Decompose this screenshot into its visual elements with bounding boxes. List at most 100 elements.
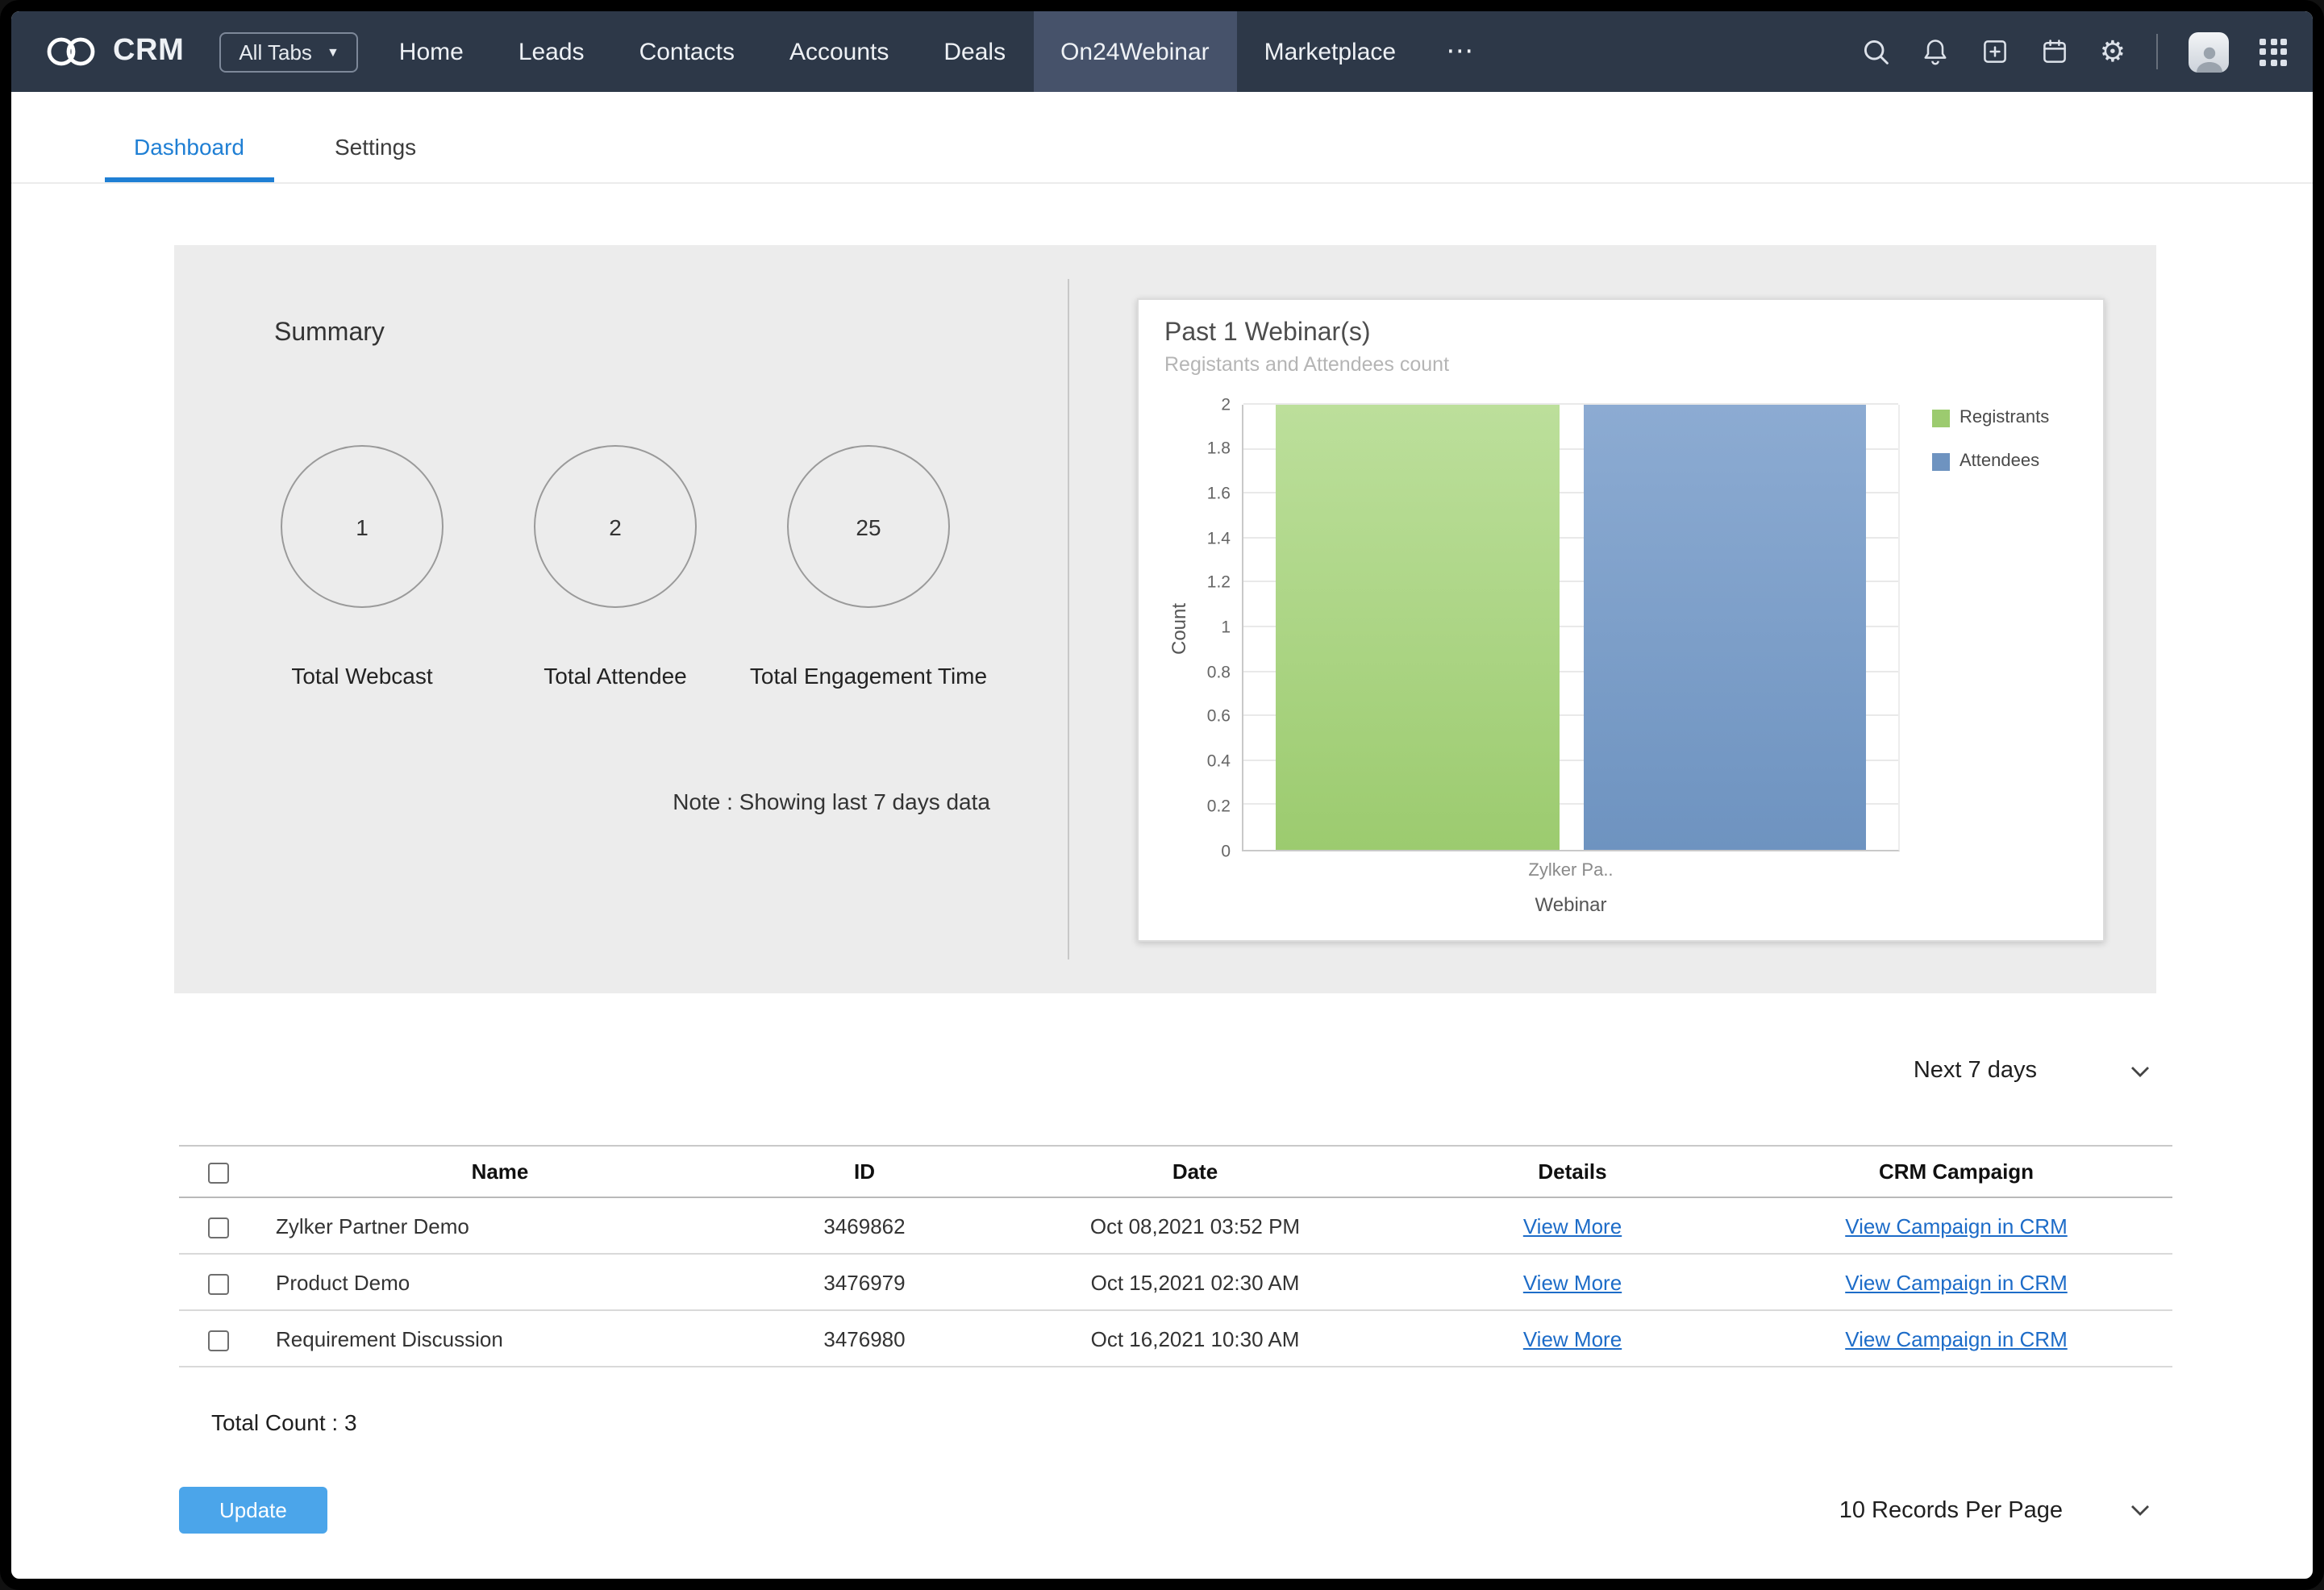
stat-label: Total Engagement Time <box>749 663 988 689</box>
y-tick-label: 0.4 <box>1206 751 1231 772</box>
nav-item-deals[interactable]: Deals <box>916 11 1033 92</box>
chart-body: Count 0 0.2 0.4 0.6 0.8 1 1.2 1.4 1.6 1.8 2 Regist… <box>1164 396 2077 859</box>
nav-item-accounts[interactable]: Accounts <box>762 11 916 92</box>
view-more-link[interactable]: View More <box>1523 1270 1622 1294</box>
crm-logo-icon[interactable] <box>44 35 98 68</box>
header-name: Name <box>256 1144 743 1199</box>
nav-item-leads[interactable]: Leads <box>491 11 612 92</box>
view-campaign-link[interactable]: View Campaign in CRM <box>1845 1270 2068 1294</box>
y-tick-label: 1.8 <box>1206 439 1231 459</box>
nav-item-contacts[interactable]: Contacts <box>612 11 762 92</box>
legend-item: Attendees <box>1932 452 2077 471</box>
chart-y-ticks: 0 0.2 0.4 0.6 0.8 1 1.2 1.4 1.6 1.8 2 <box>1193 396 1242 859</box>
compose-icon[interactable] <box>1980 37 2010 66</box>
primary-nav: Home Leads Contacts Accounts Deals On24W… <box>372 11 1497 92</box>
row-checkbox[interactable] <box>207 1273 228 1295</box>
cell-name: Product Demo <box>256 1254 743 1312</box>
legend-item: Registrants <box>1932 408 2077 427</box>
y-tick-label: 1.6 <box>1206 484 1231 504</box>
table-row: Product Demo 3476979 Oct 15,2021 02:30 A… <box>179 1254 2172 1312</box>
table-row: Zylker Partner Demo 3469862 Oct 08,2021 … <box>179 1197 2172 1255</box>
top-navbar: CRM All Tabs ▼ Home Leads Contacts Accou… <box>11 11 2313 92</box>
stat-circle: 1 <box>281 445 444 608</box>
summary-stats: 1 Total Webcast 2 Total Attendee 25 Tota… <box>235 445 1068 689</box>
date-range-dropdown[interactable]: Next 7 days <box>1914 1058 2150 1084</box>
header-date: Date <box>985 1144 1405 1199</box>
row-checkbox[interactable] <box>207 1330 228 1351</box>
summary-column: Summary 1 Total Webcast 2 Total Attendee… <box>174 245 1068 993</box>
cell-date: Oct 15,2021 02:30 AM <box>985 1254 1405 1312</box>
stat-value: 25 <box>856 514 881 539</box>
stat-circle: 25 <box>787 445 950 608</box>
chart-x-axis-title: Webinar <box>1535 893 1607 916</box>
chevron-down-icon: ▼ <box>326 45 339 60</box>
summary-note: Note : Showing last 7 days data <box>673 789 990 814</box>
y-tick-label: 0.6 <box>1206 707 1231 727</box>
cell-id: 3476980 <box>743 1310 985 1368</box>
stat-total-webcast: 1 Total Webcast <box>235 445 489 689</box>
total-count-label: Total Count : 3 <box>211 1409 357 1436</box>
cell-id: 3469862 <box>743 1197 985 1255</box>
nav-item-on24webinar[interactable]: On24Webinar <box>1033 11 1237 92</box>
y-tick-label: 1.2 <box>1206 573 1231 593</box>
cell-name: Requirement Discussion <box>256 1310 743 1368</box>
table-header-row: Name ID Date Details CRM Campaign <box>179 1144 2172 1199</box>
nav-item-home[interactable]: Home <box>372 11 491 92</box>
cell-date: Oct 08,2021 03:52 PM <box>985 1197 1405 1255</box>
chart-bars <box>1243 405 1898 850</box>
view-more-link[interactable]: View More <box>1523 1213 1622 1238</box>
crm-app-window: CRM All Tabs ▼ Home Leads Contacts Accou… <box>0 0 2324 1590</box>
records-per-page-dropdown[interactable]: 10 Records Per Page <box>1839 1498 2150 1524</box>
all-tabs-label: All Tabs <box>239 40 312 64</box>
extension-tabbar: Dashboard Settings <box>11 92 2313 184</box>
chart-title: Past 1 Webinar(s) <box>1164 319 1371 347</box>
stat-total-engagement-time: 25 Total Engagement Time <box>742 445 995 689</box>
row-checkbox[interactable] <box>207 1217 228 1238</box>
nav-item-marketplace[interactable]: Marketplace <box>1237 11 1423 92</box>
apps-grid-icon[interactable] <box>2259 38 2287 65</box>
view-campaign-link[interactable]: View Campaign in CRM <box>1845 1213 2068 1238</box>
navbar-right: ⚙ <box>1861 31 2313 72</box>
summary-panel: Summary 1 Total Webcast 2 Total Attendee… <box>174 245 2156 993</box>
y-tick-label: 2 <box>1221 394 1231 414</box>
chart-column: Past 1 Webinar(s) Registants and Attende… <box>1069 245 2156 993</box>
y-tick-label: 0 <box>1221 841 1231 861</box>
stat-label: Total Attendee <box>544 663 687 689</box>
list-controls: Next 7 days <box>11 1058 2150 1084</box>
header-id: ID <box>743 1144 985 1199</box>
stat-value: 1 <box>356 514 369 539</box>
brand-title: CRM <box>113 34 185 68</box>
list-footer: Update 10 Records Per Page <box>179 1487 2150 1534</box>
y-tick-label: 1.4 <box>1206 528 1231 548</box>
all-tabs-dropdown[interactable]: All Tabs ▼ <box>219 31 359 72</box>
legend-label: Attendees <box>1960 452 2040 471</box>
chart-x-category: Zylker Pa.. <box>1528 861 1614 880</box>
cell-date: Oct 16,2021 10:30 AM <box>985 1310 1405 1368</box>
header-details: Details <box>1405 1144 1740 1199</box>
calendar-icon[interactable] <box>2040 37 2069 66</box>
notifications-bell-icon[interactable] <box>1921 37 1950 66</box>
header-checkbox-cell <box>179 1144 256 1199</box>
legend-swatch <box>1932 452 1950 470</box>
bar-registrants <box>1276 405 1559 850</box>
stat-value: 2 <box>609 514 622 539</box>
stat-total-attendee: 2 Total Attendee <box>489 445 742 689</box>
tab-dashboard[interactable]: Dashboard <box>105 118 273 182</box>
user-avatar[interactable] <box>2189 31 2229 72</box>
settings-gear-icon[interactable]: ⚙ <box>2100 37 2126 66</box>
bar-attendees <box>1583 405 1866 850</box>
chevron-down-icon <box>2131 1066 2149 1076</box>
stat-label: Total Webcast <box>291 663 433 689</box>
select-all-checkbox[interactable] <box>207 1163 228 1184</box>
chart-subtitle: Registants and Attendees count <box>1164 353 1450 376</box>
view-campaign-link[interactable]: View Campaign in CRM <box>1845 1326 2068 1351</box>
chevron-down-icon <box>2131 1505 2149 1517</box>
search-icon[interactable] <box>1861 37 1890 66</box>
tab-settings[interactable]: Settings <box>306 118 445 182</box>
legend-label: Registrants <box>1960 408 2050 427</box>
view-more-link[interactable]: View More <box>1523 1326 1622 1351</box>
update-button[interactable]: Update <box>179 1487 327 1534</box>
navbar-divider <box>2156 34 2158 69</box>
nav-more-button[interactable]: ⋯ <box>1423 11 1497 92</box>
chart-legend: Registrants Attendees <box>1913 405 2077 851</box>
